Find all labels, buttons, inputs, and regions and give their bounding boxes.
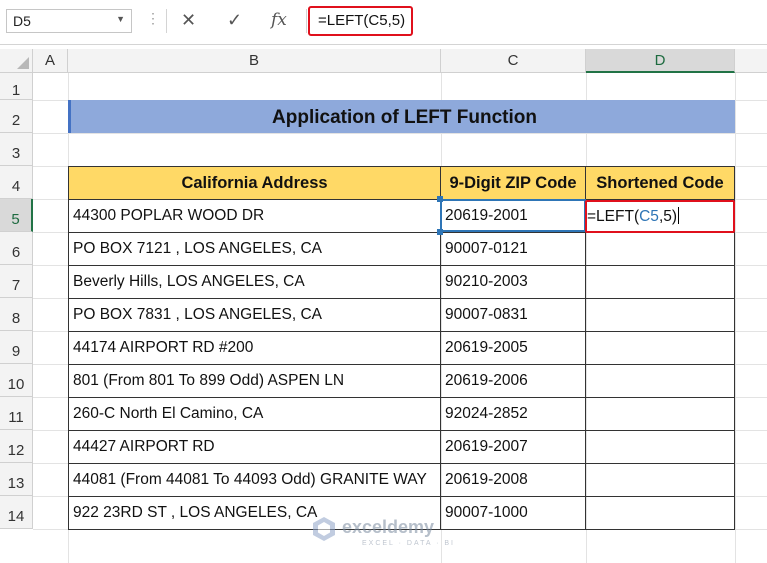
close-icon[interactable]: ✕	[181, 10, 196, 31]
cell-zip-text: 90007-0831	[445, 306, 528, 323]
column-header-e[interactable]	[735, 49, 767, 73]
cell-address[interactable]: 44081 (From 44081 To 44093 Odd) GRANITE …	[68, 464, 441, 497]
row-header-5[interactable]: 5	[0, 199, 33, 232]
select-all-icon	[17, 57, 29, 69]
row-header-6[interactable]: 6	[0, 232, 33, 265]
header-shortened-code[interactable]: Shortened Code	[586, 166, 735, 200]
cell-zip[interactable]: 92024-2852	[441, 398, 586, 431]
column-header-a[interactable]: A	[33, 49, 68, 73]
cell-address-text: PO BOX 7121 , LOS ANGELES, CA	[73, 240, 322, 257]
exceldemy-logo-icon	[313, 517, 335, 541]
row-header-10[interactable]: 10	[0, 364, 33, 397]
cell-address-text: 44427 AIRPORT RD	[73, 438, 215, 455]
column-header-c[interactable]: C	[441, 49, 586, 73]
header-california-address[interactable]: California Address	[68, 166, 441, 200]
cell-address-text: 260-C North El Camino, CA	[73, 405, 264, 422]
name-box[interactable]: D5 ▼	[6, 9, 132, 33]
row-header-3[interactable]: 3	[0, 133, 33, 166]
cell-address-text: 44081 (From 44081 To 44093 Odd) GRANITE …	[73, 471, 427, 488]
row-header-7[interactable]: 7	[0, 265, 33, 298]
fx-icon[interactable]: fx	[271, 10, 287, 30]
cell-zip-text: 20619-2006	[445, 372, 528, 389]
cell-zip[interactable]: 90007-0831	[441, 299, 586, 332]
header-label: California Address	[181, 174, 328, 192]
column-header-d[interactable]: D	[586, 49, 735, 73]
row-header-14[interactable]: 14	[0, 496, 33, 529]
cell-zip[interactable]: 20619-2006	[441, 365, 586, 398]
cell-shortened[interactable]	[586, 233, 735, 266]
gridline	[735, 73, 736, 563]
cell-address[interactable]: 801 (From 801 To 899 Odd) ASPEN LN	[68, 365, 441, 398]
cell-zip-text: 92024-2852	[445, 405, 528, 422]
formula-bar: D5 ▼ ⋮ ✕ ✓ fx =LEFT(C5,5)	[0, 0, 767, 45]
cell-address[interactable]: 260-C North El Camino, CA	[68, 398, 441, 431]
row-header-2[interactable]: 2	[0, 100, 33, 133]
cell-address-text: Beverly Hills, LOS ANGELES, CA	[73, 273, 305, 290]
gridline	[33, 133, 767, 134]
row-header-4[interactable]: 4	[0, 166, 33, 199]
reference-handle-top[interactable]	[437, 196, 443, 202]
cell-zip-text: 20619-2008	[445, 471, 528, 488]
cell-address[interactable]: 44300 POPLAR WOOD DR	[68, 200, 441, 233]
cell-shortened[interactable]	[586, 431, 735, 464]
editing-cell-highlight	[585, 200, 735, 233]
cell-zip[interactable]: 90210-2003	[441, 266, 586, 299]
header-label: Shortened Code	[596, 174, 724, 192]
cell-shortened[interactable]	[586, 332, 735, 365]
formula-bar-grip-icon[interactable]: ⋮	[146, 10, 160, 27]
formula-text[interactable]: =LEFT(C5,5)	[318, 12, 405, 29]
table-title-bar[interactable]: Application of LEFT Function	[68, 100, 735, 133]
cell-zip[interactable]: 20619-2005	[441, 332, 586, 365]
cell-address-text: PO BOX 7831 , LOS ANGELES, CA	[73, 306, 322, 323]
cell-address[interactable]: Beverly Hills, LOS ANGELES, CA	[68, 266, 441, 299]
watermark-tagline: EXCEL · DATA · BI	[362, 540, 455, 547]
column-header-b[interactable]: B	[68, 49, 441, 73]
cell-zip[interactable]: 90007-0121	[441, 233, 586, 266]
row-header-11[interactable]: 11	[0, 397, 33, 430]
cell-zip[interactable]: 20619-2008	[441, 464, 586, 497]
cell-address[interactable]: PO BOX 7121 , LOS ANGELES, CA	[68, 233, 441, 266]
cell-address-text: 44300 POPLAR WOOD DR	[73, 207, 265, 224]
header-label: 9-Digit ZIP Code	[449, 174, 577, 192]
table-title: Application of LEFT Function	[272, 107, 537, 128]
watermark-name: exceldemy	[342, 517, 435, 537]
row-header-13[interactable]: 13	[0, 463, 33, 496]
cell-zip-text: 20619-2005	[445, 339, 528, 356]
cell-address-text: 44174 AIRPORT RD #200	[73, 339, 254, 356]
cell-zip-text: 90210-2003	[445, 273, 528, 290]
cell-address[interactable]: 44174 AIRPORT RD #200	[68, 332, 441, 365]
cell-zip-text: 20619-2007	[445, 438, 528, 455]
cell-shortened[interactable]	[586, 299, 735, 332]
cell-zip-text: 90007-0121	[445, 240, 528, 257]
cell-address-text: 922 23RD ST , LOS ANGELES, CA	[73, 504, 318, 521]
reference-cell-highlight	[440, 199, 586, 232]
cell-address-text: 801 (From 801 To 899 Odd) ASPEN LN	[73, 372, 345, 389]
select-all-button[interactable]	[0, 49, 33, 73]
cell-shortened[interactable]	[586, 497, 735, 530]
cell-shortened[interactable]	[586, 266, 735, 299]
row-header-12[interactable]: 12	[0, 430, 33, 463]
cell-shortened[interactable]	[586, 365, 735, 398]
row-header-8[interactable]: 8	[0, 298, 33, 331]
row-header-1[interactable]: 1	[0, 73, 33, 100]
cell-shortened[interactable]	[586, 398, 735, 431]
chevron-down-icon[interactable]: ▼	[116, 14, 125, 24]
name-box-value[interactable]: D5	[13, 13, 31, 29]
header-zip-code[interactable]: 9-Digit ZIP Code	[441, 166, 586, 200]
reference-handle-bottom[interactable]	[437, 229, 443, 235]
row-header-9[interactable]: 9	[0, 331, 33, 364]
cell-address[interactable]: PO BOX 7831 , LOS ANGELES, CA	[68, 299, 441, 332]
checkmark-icon[interactable]: ✓	[227, 10, 242, 31]
watermark: exceldemy EXCEL · DATA · BI	[312, 514, 472, 554]
cell-shortened[interactable]	[586, 464, 735, 497]
cell-address[interactable]: 44427 AIRPORT RD	[68, 431, 441, 464]
cell-zip[interactable]: 20619-2007	[441, 431, 586, 464]
formula-bar-buttons: ✕ ✓ fx	[166, 9, 307, 33]
